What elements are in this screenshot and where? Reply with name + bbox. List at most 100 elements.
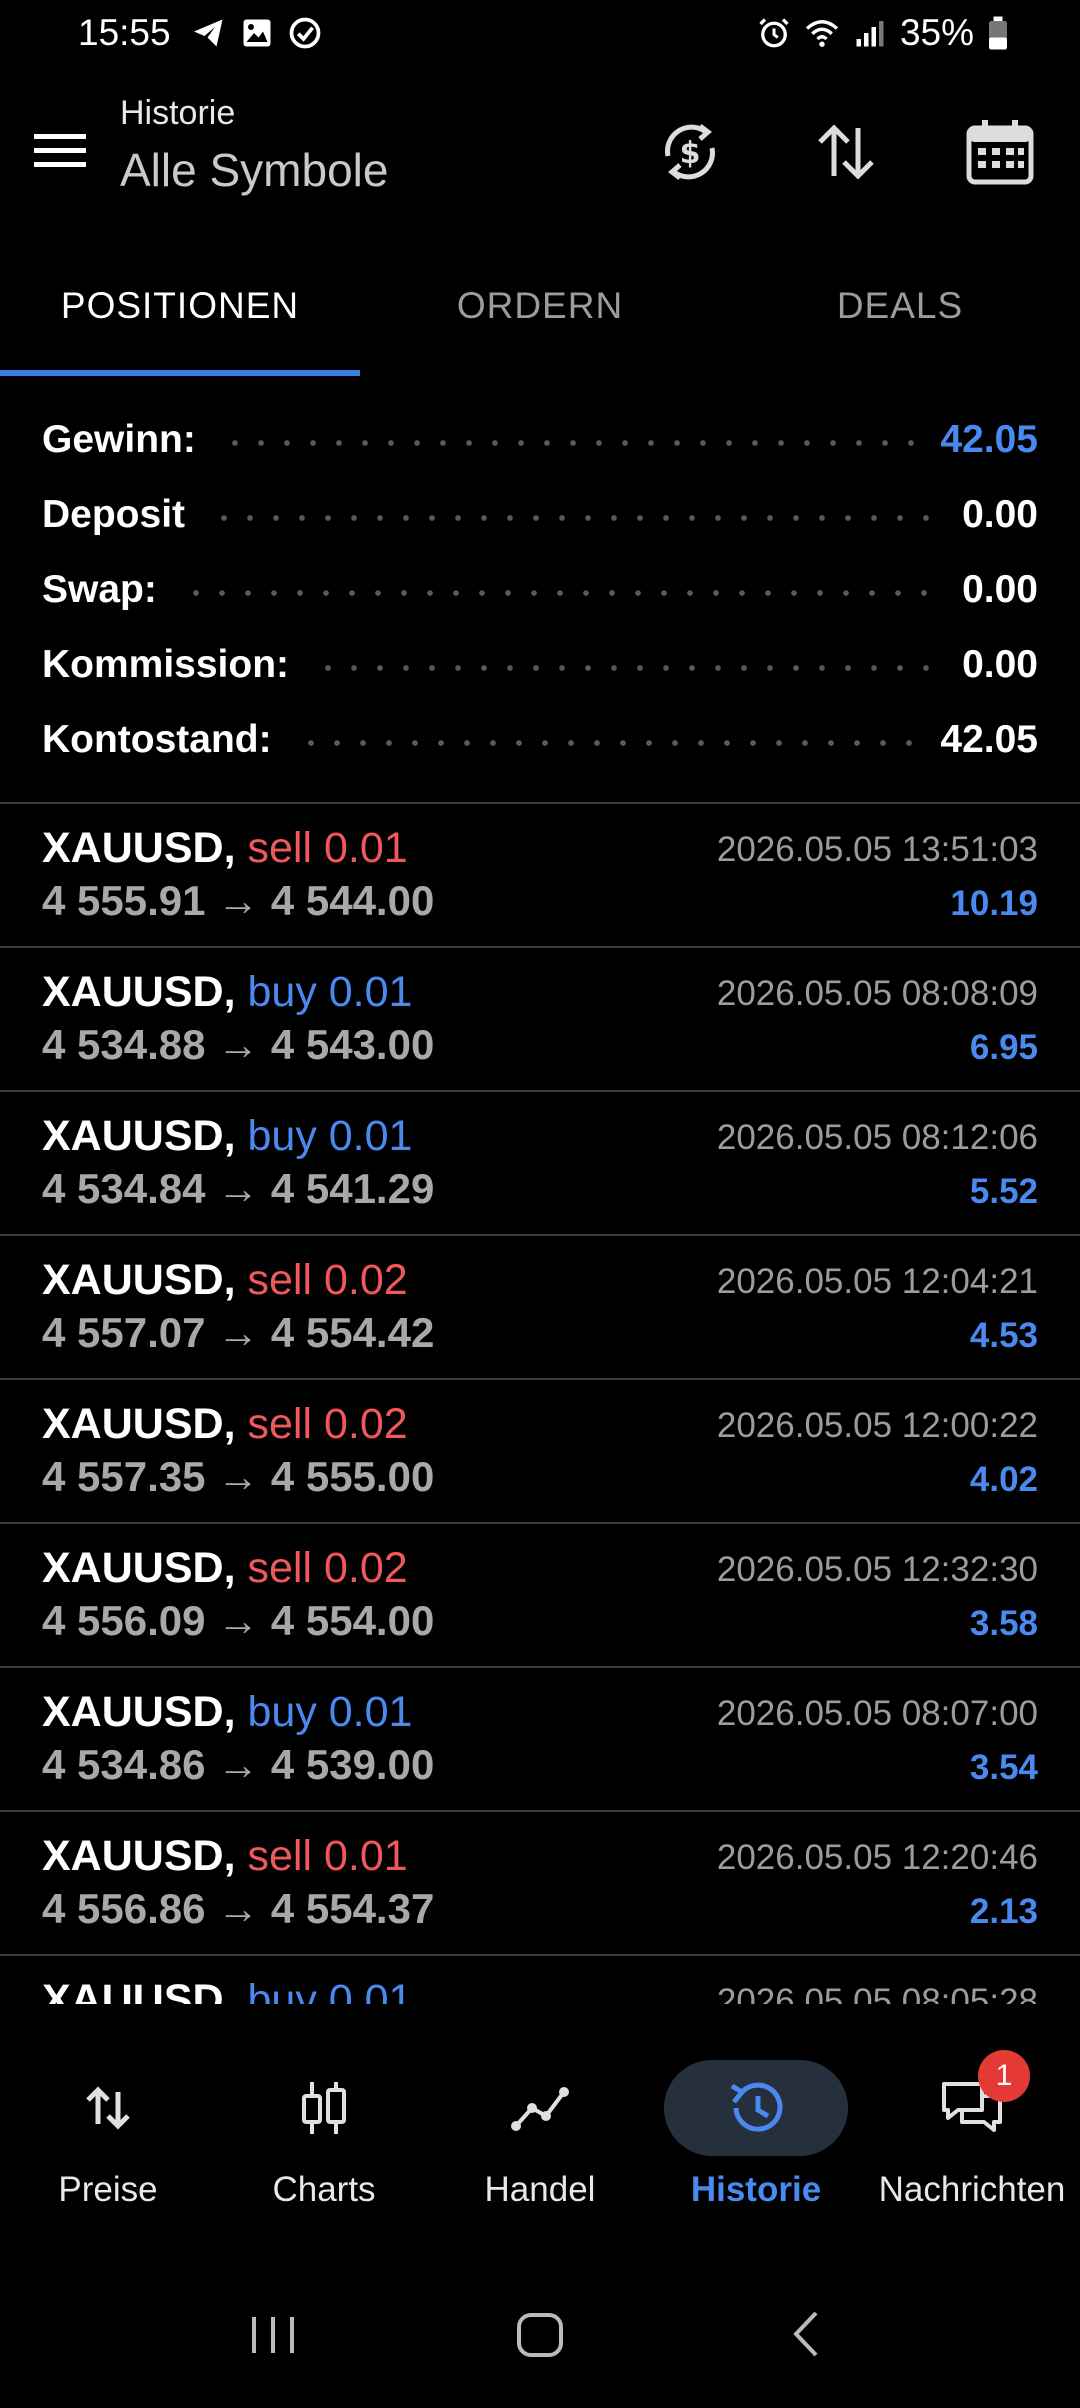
- deal-symbol: XAUUSD,: [42, 1400, 236, 1448]
- summary-label: Kontostand:: [42, 717, 272, 761]
- table-row[interactable]: XAUUSD, sell 0.01 4 556.86 → 4 554.37 20…: [0, 1812, 1080, 1956]
- bottom-navigation: Preise Charts Handel Historie 1 Nachrich…: [0, 2010, 1080, 2230]
- deal-side: sell 0.02: [247, 1256, 408, 1304]
- tab-positionen[interactable]: POSITIONEN: [0, 236, 360, 376]
- deal-symbol: XAUUSD,: [42, 1112, 236, 1160]
- nav-label: Handel: [484, 2170, 596, 2209]
- deal-time: 2026.05.05 13:51:03: [716, 830, 1038, 869]
- deal-prices: 4 556.86 → 4 554.37: [42, 1885, 435, 1932]
- tab-ordern[interactable]: ORDERN: [360, 236, 720, 376]
- back-icon[interactable]: [772, 2299, 842, 2369]
- deal-prices: 4 555.91 → 4 544.00: [42, 877, 435, 924]
- deal-symbol-line: XAUUSD, sell 0.01: [42, 1832, 408, 1881]
- deal-symbol-line: XAUUSD, buy 0.01: [42, 1112, 412, 1161]
- deal-symbol-line: XAUUSD, buy 0.01: [42, 1976, 412, 2004]
- nav-item-preise[interactable]: Preise: [0, 2010, 216, 2230]
- summary-label: Gewinn:: [42, 417, 196, 461]
- summary-row-gewinn: Gewinn: 42.05: [42, 402, 1038, 477]
- home-icon[interactable]: [505, 2299, 575, 2369]
- positions-list[interactable]: XAUUSD, sell 0.01 4 555.91 → 4 544.00 20…: [0, 804, 1080, 2004]
- deal-symbol-line: XAUUSD, buy 0.01: [42, 1688, 412, 1737]
- summary-row-deposit: Deposit 0.00: [42, 477, 1038, 552]
- dotted-leader: [211, 513, 937, 522]
- deal-symbol: XAUUSD,: [42, 1256, 236, 1304]
- nav-item-nachrichten[interactable]: 1 Nachrichten: [864, 2010, 1080, 2230]
- deal-side: sell 0.01: [247, 1832, 408, 1880]
- deal-profit: 2.13: [969, 1892, 1038, 1931]
- menu-icon[interactable]: [30, 126, 90, 176]
- deal-symbol-line: XAUUSD, sell 0.02: [42, 1400, 408, 1449]
- status-bar: 15:55 35%: [0, 0, 1080, 66]
- summary-value: 0.00: [962, 642, 1038, 686]
- deal-time: 2026.05.05 12:32:30: [716, 1550, 1038, 1589]
- deal-profit: 3.58: [969, 1604, 1038, 1643]
- system-navigation-bar: [0, 2260, 1080, 2408]
- dotted-leader: [297, 738, 915, 747]
- deal-symbol-line: XAUUSD, buy 0.01: [42, 968, 412, 1017]
- currency-sync-icon[interactable]: $: [654, 116, 726, 188]
- battery-icon: [989, 16, 1007, 50]
- deal-time: 2026.05.05 12:00:22: [716, 1406, 1038, 1445]
- deal-symbol: XAUUSD,: [42, 1832, 236, 1880]
- title-block[interactable]: Historie Alle Symbole: [120, 94, 388, 197]
- dotted-leader: [221, 438, 915, 447]
- history-icon: [730, 2082, 783, 2132]
- dotted-leader: [315, 663, 937, 672]
- deal-side: buy 0.01: [247, 1976, 413, 2004]
- deal-symbol: XAUUSD,: [42, 1544, 236, 1592]
- nav-item-charts[interactable]: Charts: [216, 2010, 432, 2230]
- deal-profit: 3.54: [969, 1748, 1038, 1787]
- check-circle-icon: [289, 17, 320, 49]
- summary-value: 42.05: [940, 417, 1038, 461]
- deal-time: 2026.05.05 12:20:46: [716, 1838, 1038, 1877]
- table-row[interactable]: XAUUSD, buy 0.01 4 534.86 → 4 539.00 202…: [0, 1668, 1080, 1812]
- deal-side: sell 0.01: [247, 824, 408, 872]
- deal-profit: 4.02: [969, 1460, 1038, 1499]
- deal-profit: 5.52: [969, 1172, 1038, 1211]
- trade-line-icon: [511, 2087, 569, 2131]
- wifi-icon: [805, 20, 839, 47]
- summary-label: Kommission:: [42, 642, 290, 686]
- nav-label: Nachrichten: [878, 2170, 1066, 2209]
- table-row[interactable]: XAUUSD, buy 0.01 4 534.88 → 4 543.00 202…: [0, 948, 1080, 1092]
- summary-row-kommission: Kommission: 0.00: [42, 627, 1038, 702]
- table-row[interactable]: XAUUSD, sell 0.01 4 555.91 → 4 544.00 20…: [0, 804, 1080, 948]
- tab-deals[interactable]: DEALS: [720, 236, 1080, 376]
- nav-label: Historie: [690, 2170, 822, 2209]
- signal-icon: [856, 21, 884, 47]
- table-row[interactable]: XAUUSD, sell 0.02 4 557.07 → 4 554.42 20…: [0, 1236, 1080, 1380]
- nav-item-handel[interactable]: Handel: [432, 2010, 648, 2230]
- account-summary: Gewinn: 42.05 Deposit 0.00 Swap: 0.00 Ko…: [42, 402, 1038, 777]
- deal-symbol-line: XAUUSD, sell 0.02: [42, 1544, 408, 1593]
- notification-badge: 1: [978, 2050, 1030, 2102]
- page-title: Historie: [120, 94, 236, 132]
- table-row[interactable]: XAUUSD, sell 0.02 4 557.35 → 4 555.00 20…: [0, 1380, 1080, 1524]
- deal-prices: 4 556.09 → 4 554.00: [42, 1597, 435, 1644]
- deal-profit: 10.19: [950, 884, 1038, 923]
- table-row[interactable]: XAUUSD, sell 0.02 4 556.09 → 4 554.00 20…: [0, 1524, 1080, 1668]
- deal-profit: 6.95: [969, 1028, 1038, 1067]
- deal-time: 2026.05.05 08:07:00: [716, 1694, 1038, 1733]
- table-row[interactable]: XAUUSD, buy 0.01 4 534.84 → 4 541.29 202…: [0, 1092, 1080, 1236]
- deal-prices: 4 534.86 → 4 539.00: [42, 1741, 435, 1788]
- recent-apps-icon[interactable]: [238, 2299, 308, 2369]
- deal-symbol: XAUUSD,: [42, 1976, 236, 2004]
- deal-symbol-line: XAUUSD, sell 0.01: [42, 824, 408, 873]
- sort-icon[interactable]: [810, 116, 882, 188]
- table-row[interactable]: XAUUSD, buy 0.01 2026.05.05 08:05:28: [0, 1956, 1080, 2004]
- deal-side: buy 0.01: [247, 968, 413, 1016]
- svg-text:$: $: [680, 136, 701, 171]
- symbol-filter[interactable]: Alle Symbole: [120, 143, 388, 197]
- deal-prices: 4 534.88 → 4 543.00: [42, 1021, 435, 1068]
- calendar-icon[interactable]: [964, 116, 1036, 188]
- deal-profit: 4.53: [969, 1316, 1038, 1355]
- nav-label: Charts: [272, 2170, 376, 2209]
- summary-row-swap: Swap: 0.00: [42, 552, 1038, 627]
- nav-label: Preise: [58, 2170, 158, 2209]
- nav-item-historie[interactable]: Historie: [648, 2010, 864, 2230]
- deal-side: buy 0.01: [247, 1688, 413, 1736]
- deal-time: 2026.05.05 08:12:06: [716, 1118, 1038, 1157]
- deal-symbol-line: XAUUSD, sell 0.02: [42, 1256, 408, 1305]
- summary-value: 42.05: [940, 717, 1038, 761]
- deal-time: 2026.05.05 08:08:09: [716, 974, 1038, 1013]
